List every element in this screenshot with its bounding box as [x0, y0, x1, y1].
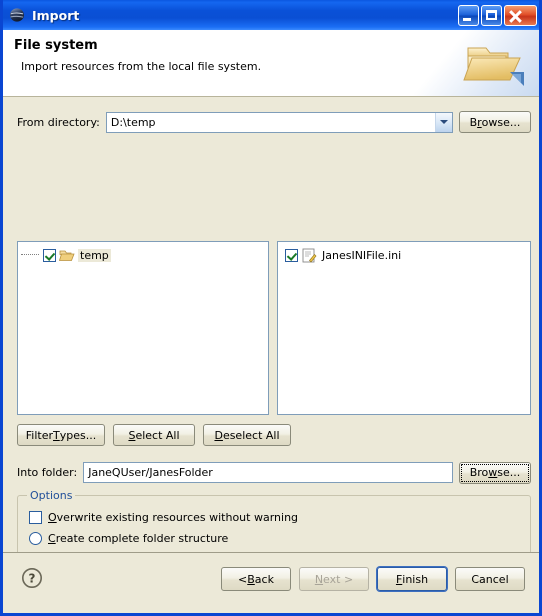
file-item-checkbox[interactable] — [285, 248, 298, 262]
svg-text:?: ? — [29, 572, 36, 586]
from-directory-combo[interactable]: D:\temp — [105, 111, 453, 133]
ini-file-icon — [301, 248, 317, 263]
options-group-legend: Options — [27, 489, 76, 502]
window-controls — [458, 4, 537, 26]
maximize-icon[interactable] — [481, 4, 502, 26]
minimize-icon[interactable] — [458, 4, 479, 26]
wizard-buttons: < Back Next > Finish Cancel — [221, 567, 525, 591]
back-button[interactable]: < Back — [221, 567, 291, 591]
into-folder-browse-button[interactable]: Bro w se... — [459, 461, 531, 484]
from-directory-label: From directory: — [17, 115, 100, 129]
finish-button[interactable]: Finish — [377, 567, 447, 591]
source-tree-panel[interactable]: temp — [17, 241, 269, 415]
list-item[interactable]: JanesINIFile.ini — [278, 246, 530, 264]
into-folder-input[interactable]: JaneQUser/JanesFolder — [83, 462, 453, 483]
mnemonic-d: D — [214, 428, 223, 442]
create-complete-structure-label[interactable]: Create complete folder structure — [48, 532, 228, 545]
mnemonic-t: T — [53, 428, 60, 442]
page-description: Import resources from the local file sys… — [21, 60, 262, 73]
mnemonic-f: F — [395, 572, 403, 586]
filter-types-button[interactable]: Filter Types... — [17, 424, 105, 446]
overwrite-checkbox-row[interactable]: Overwrite existing resources without war… — [29, 507, 530, 528]
mnemonic-o: O — [48, 511, 57, 524]
chevron-down-icon[interactable] — [435, 112, 452, 132]
create-complete-structure-radio[interactable] — [29, 532, 42, 545]
overwrite-checkbox[interactable] — [29, 511, 42, 524]
from-directory-row: From directory: D:\temp Br owse... — [17, 111, 531, 133]
help-question-icon[interactable]: ? — [21, 567, 43, 589]
select-all-button[interactable]: Select All — [113, 424, 195, 446]
mnemonic-w: w — [488, 466, 498, 479]
page-title: File system — [14, 38, 98, 53]
mnemonic-c: C — [48, 532, 56, 545]
file-item-label[interactable]: JanesINIFile.ini — [320, 249, 403, 262]
footer-separator — [3, 552, 539, 553]
tree-node-checkbox[interactable] — [43, 248, 56, 262]
mnemonic-n: N — [314, 572, 324, 586]
tree-node-label[interactable]: temp — [78, 248, 111, 262]
title-bar[interactable]: Import — [3, 0, 539, 30]
mnemonic-s: S — [128, 428, 136, 442]
mnemonic-r: r — [477, 115, 482, 129]
dialog-body: From directory: D:\temp Browse... temp — [3, 97, 539, 605]
into-folder-label: Into folder: — [17, 466, 78, 479]
deselect-all-button[interactable]: Deselect All — [203, 424, 291, 446]
dialog-footer: ? < Back Next > Finish Cancel — [3, 552, 539, 606]
from-directory-value[interactable]: D:\temp — [107, 116, 435, 129]
open-folder-icon — [462, 38, 526, 90]
from-directory-browse-button[interactable]: Br owse... — [459, 111, 531, 133]
title-bar-left: Import — [9, 7, 458, 23]
tree-node-temp[interactable]: temp — [18, 246, 268, 264]
file-list-panel[interactable]: JanesINIFile.ini — [277, 241, 531, 415]
mnemonic-b: B — [247, 572, 255, 586]
overwrite-checkbox-label[interactable]: Overwrite existing resources without war… — [48, 511, 298, 524]
wizard-banner: File system Import resources from the lo… — [3, 30, 539, 97]
window-title: Import — [32, 7, 80, 23]
next-button: Next > — [299, 567, 369, 591]
open-folder-icon — [58, 249, 75, 262]
close-icon[interactable] — [504, 4, 537, 26]
tree-connector-line — [21, 254, 39, 256]
import-dialog-window: Import File system Import resources from… — [0, 0, 542, 616]
selection-buttons-row: Filter Types... Select All Deselect All — [17, 424, 291, 446]
eclipse-globe-icon — [9, 7, 25, 23]
into-folder-row: Into folder: JaneQUser/JanesFolder Bro w s… — [17, 461, 531, 484]
create-complete-structure-row[interactable]: Create complete folder structure — [29, 528, 530, 549]
cancel-button[interactable]: Cancel — [455, 567, 525, 591]
